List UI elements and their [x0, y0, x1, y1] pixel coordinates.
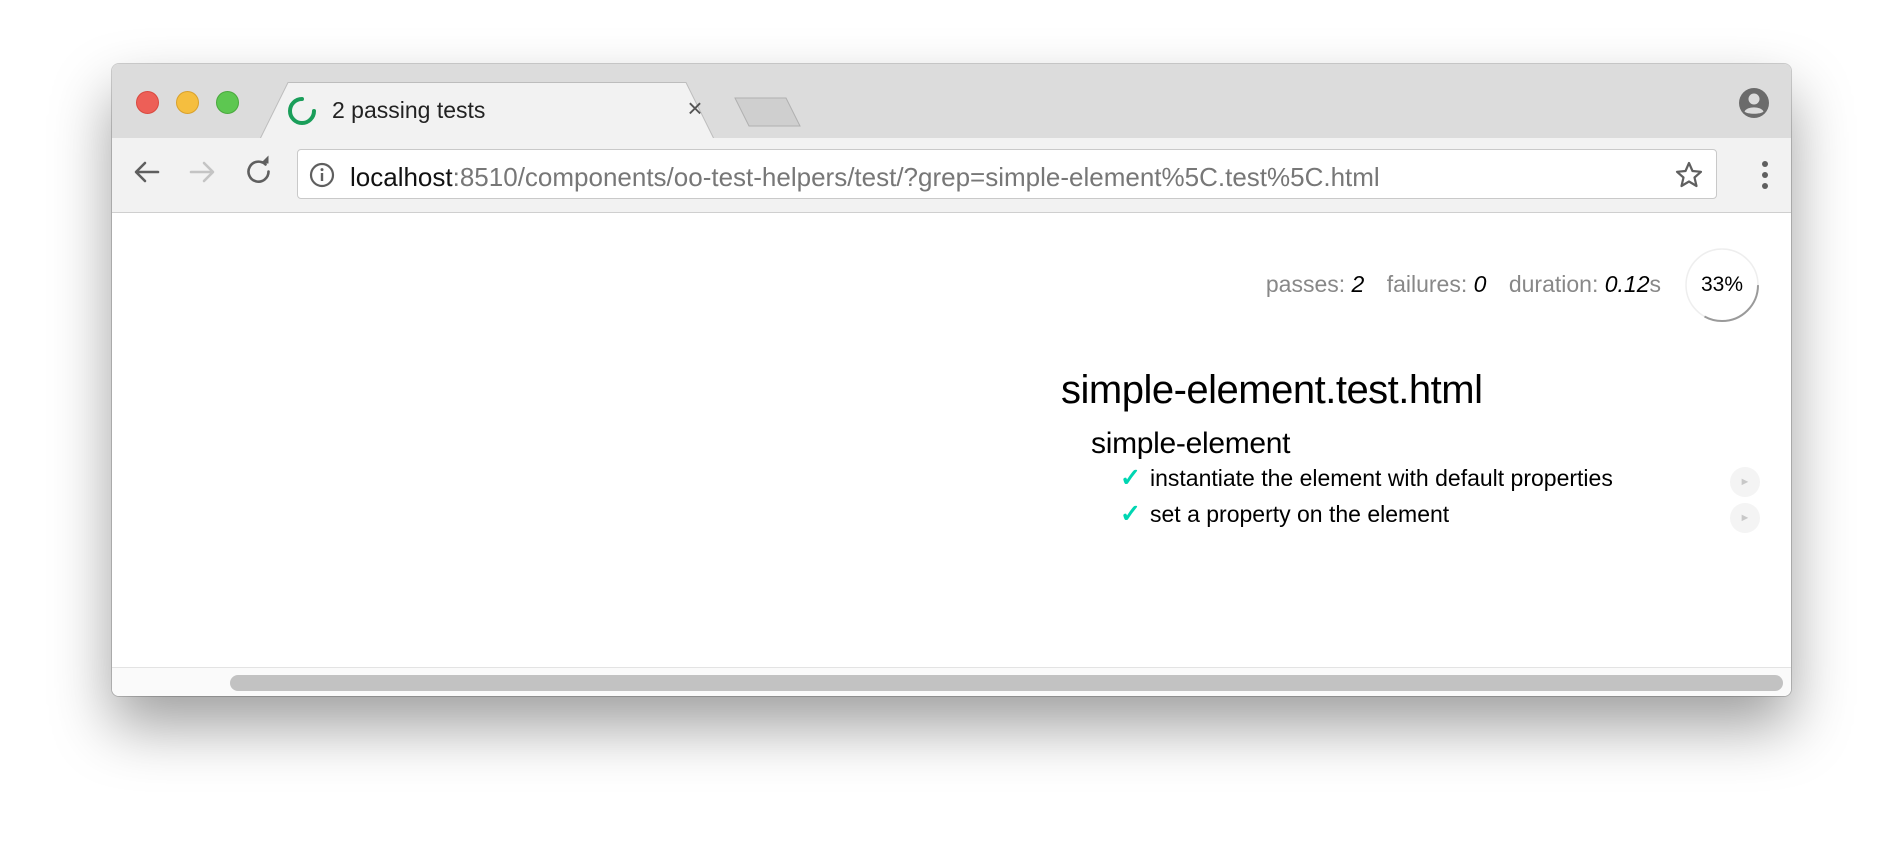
- pass-check-icon: ✓: [1120, 500, 1141, 528]
- tab-active[interactable]: [260, 82, 714, 139]
- url-text[interactable]: localhost:8510/components/oo-test-helper…: [350, 162, 1380, 193]
- passes-count: 2: [1351, 271, 1365, 297]
- menu-icon[interactable]: [1759, 158, 1771, 192]
- progress-ring: 33%: [1684, 247, 1760, 323]
- test-row: ✓ set a property on the element ►: [1120, 499, 1760, 533]
- reload-icon[interactable]: [241, 154, 277, 190]
- forward-icon[interactable]: [184, 154, 220, 190]
- replay-icon[interactable]: ►: [1730, 467, 1760, 497]
- duration-label: duration:: [1508, 271, 1599, 297]
- passes-stat[interactable]: passes: 2: [1266, 271, 1364, 297]
- duration-unit: s: [1649, 271, 1662, 297]
- failures-label: failures:: [1386, 271, 1468, 297]
- failures-count: 0: [1473, 271, 1487, 297]
- failures-stat[interactable]: failures: 0: [1387, 271, 1487, 297]
- close-window-button[interactable]: [136, 91, 159, 114]
- browser-toolbar: localhost:8510/components/oo-test-helper…: [112, 138, 1791, 213]
- test-title[interactable]: set a property on the element: [1150, 501, 1449, 528]
- progress-percent: 33%: [1700, 273, 1744, 296]
- test-row: ✓ instantiate the element with default p…: [1120, 463, 1760, 497]
- mocha-stats: passes: 2 failures: 0 duration: 0.12s: [1250, 271, 1661, 298]
- pass-check-icon: ✓: [1120, 464, 1141, 492]
- sub-suite-title[interactable]: simple-element: [1091, 427, 1291, 461]
- address-bar[interactable]: localhost:8510/components/oo-test-helper…: [297, 149, 1717, 199]
- passes-label: passes:: [1265, 271, 1346, 297]
- replay-icon[interactable]: ►: [1730, 503, 1760, 533]
- minimize-window-button[interactable]: [176, 91, 199, 114]
- horizontal-scrollbar[interactable]: [112, 667, 1791, 696]
- url-host: localhost: [350, 162, 453, 192]
- tab-strip: 2 passing tests ×: [112, 64, 1791, 139]
- tab-close-button[interactable]: ×: [681, 94, 709, 122]
- info-icon[interactable]: [309, 162, 335, 188]
- new-tab-button[interactable]: [734, 97, 802, 127]
- maximize-window-button[interactable]: [216, 91, 239, 114]
- back-icon[interactable]: [129, 154, 165, 190]
- browser-window: 2 passing tests × localhost:8510/compone…: [112, 64, 1791, 696]
- star-icon[interactable]: [1674, 160, 1704, 190]
- suite-title[interactable]: simple-element.test.html: [1061, 368, 1483, 413]
- duration-value: 0.12: [1604, 271, 1650, 297]
- test-title[interactable]: instantiate the element with default pro…: [1150, 465, 1613, 492]
- url-path: :8510/components/oo-test-helpers/test/?g…: [452, 162, 1380, 192]
- tab-title: 2 passing tests: [332, 97, 486, 123]
- duration-stat: duration: 0.12s: [1509, 271, 1661, 297]
- page-content: passes: 2 failures: 0 duration: 0.12s 33…: [112, 213, 1791, 667]
- scrollbar-thumb[interactable]: [230, 675, 1783, 691]
- spinner-icon: [288, 97, 316, 125]
- profile-icon[interactable]: [1737, 86, 1771, 120]
